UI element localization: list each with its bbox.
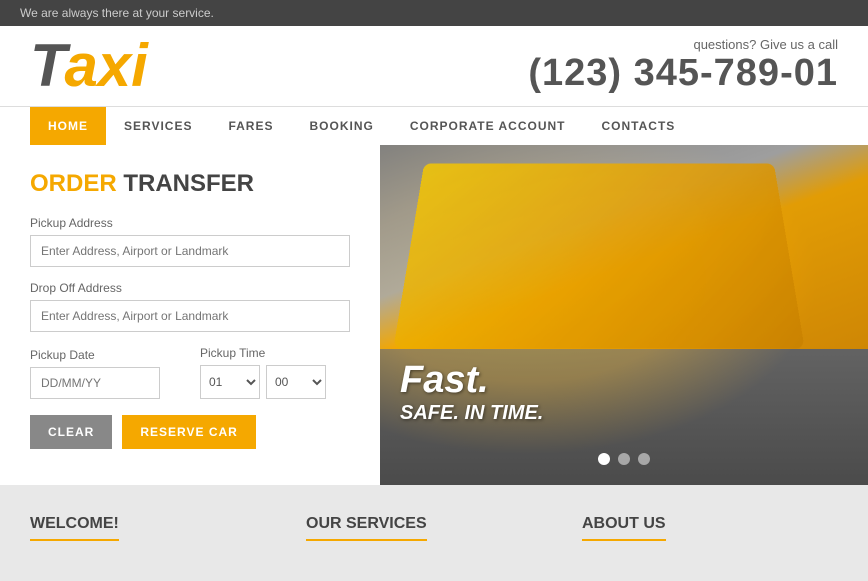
dot-3[interactable] [638, 453, 650, 465]
pickup-input[interactable] [30, 235, 350, 267]
time-group: Pickup Time 01020304 05060708 00030510 1… [200, 346, 350, 399]
button-row: CLEAR RESERVE CAR [30, 415, 350, 449]
hero-tagline: Safe. In Time. [400, 402, 543, 425]
logo-axi: axi [64, 32, 147, 99]
main-content: ORDER TRANSFER Pickup Address Drop Off A… [0, 145, 868, 485]
date-time-row: Pickup Date Pickup Time 01020304 0506070… [30, 346, 350, 399]
hero-fast: Fast. [400, 359, 543, 402]
questions-label: questions? Give us a call [528, 37, 838, 52]
services-title: OUR SERVICES [306, 515, 427, 541]
nav-services[interactable]: SERVICES [106, 107, 210, 145]
nav-contacts[interactable]: CONTACTS [584, 107, 694, 145]
date-label: Pickup Date [30, 348, 180, 362]
pickup-group: Pickup Address [30, 216, 350, 267]
hero-panel: Fast. Safe. In Time. [380, 145, 868, 485]
logo: Taxi [30, 36, 148, 96]
header: Taxi questions? Give us a call (123) 345… [0, 26, 868, 106]
bottom-col-about: ABOUT US [582, 505, 838, 561]
clear-button[interactable]: CLEAR [30, 415, 112, 449]
logo-t: T [30, 32, 64, 99]
order-panel: ORDER TRANSFER Pickup Address Drop Off A… [0, 145, 380, 485]
phone-number: (123) 345-789-01 [528, 52, 838, 95]
top-bar: We are always there at your service. [0, 0, 868, 26]
order-word: ORDER [30, 170, 117, 197]
time-label: Pickup Time [200, 346, 350, 360]
contact-info: questions? Give us a call (123) 345-789-… [528, 37, 838, 95]
dot-1[interactable] [598, 453, 610, 465]
dropoff-label: Drop Off Address [30, 281, 350, 295]
date-input[interactable] [30, 367, 160, 399]
nav-corporate[interactable]: CORPORATE ACCOUNT [392, 107, 584, 145]
transfer-label: TRANSFER [123, 170, 254, 197]
bottom-section: WELCOME! OUR SERVICES ABOUT US [0, 485, 868, 581]
order-title: ORDER TRANSFER [30, 170, 350, 198]
bottom-col-welcome: WELCOME! [30, 505, 286, 561]
time-selects: 01020304 05060708 00030510 15202530 [200, 365, 350, 399]
hero-text: Fast. Safe. In Time. [400, 359, 543, 425]
reserve-button[interactable]: RESERVE CAR [122, 415, 255, 449]
hero-dots [598, 453, 650, 465]
minute-select[interactable]: 00030510 15202530 [266, 365, 326, 399]
taxi-body [393, 163, 804, 348]
dropoff-group: Drop Off Address [30, 281, 350, 332]
date-group: Pickup Date [30, 348, 180, 399]
welcome-title: WELCOME! [30, 515, 119, 541]
about-title: ABOUT US [582, 515, 666, 541]
dropoff-input[interactable] [30, 300, 350, 332]
hour-select[interactable]: 01020304 05060708 [200, 365, 260, 399]
nav-fares[interactable]: FARES [210, 107, 291, 145]
pickup-label: Pickup Address [30, 216, 350, 230]
navigation: HOME SERVICES FARES BOOKING CORPORATE AC… [0, 106, 868, 145]
nav-home[interactable]: HOME [30, 107, 106, 145]
dot-2[interactable] [618, 453, 630, 465]
top-bar-text: We are always there at your service. [20, 6, 214, 20]
bottom-col-services: OUR SERVICES [306, 505, 562, 561]
nav-booking[interactable]: BOOKING [291, 107, 391, 145]
